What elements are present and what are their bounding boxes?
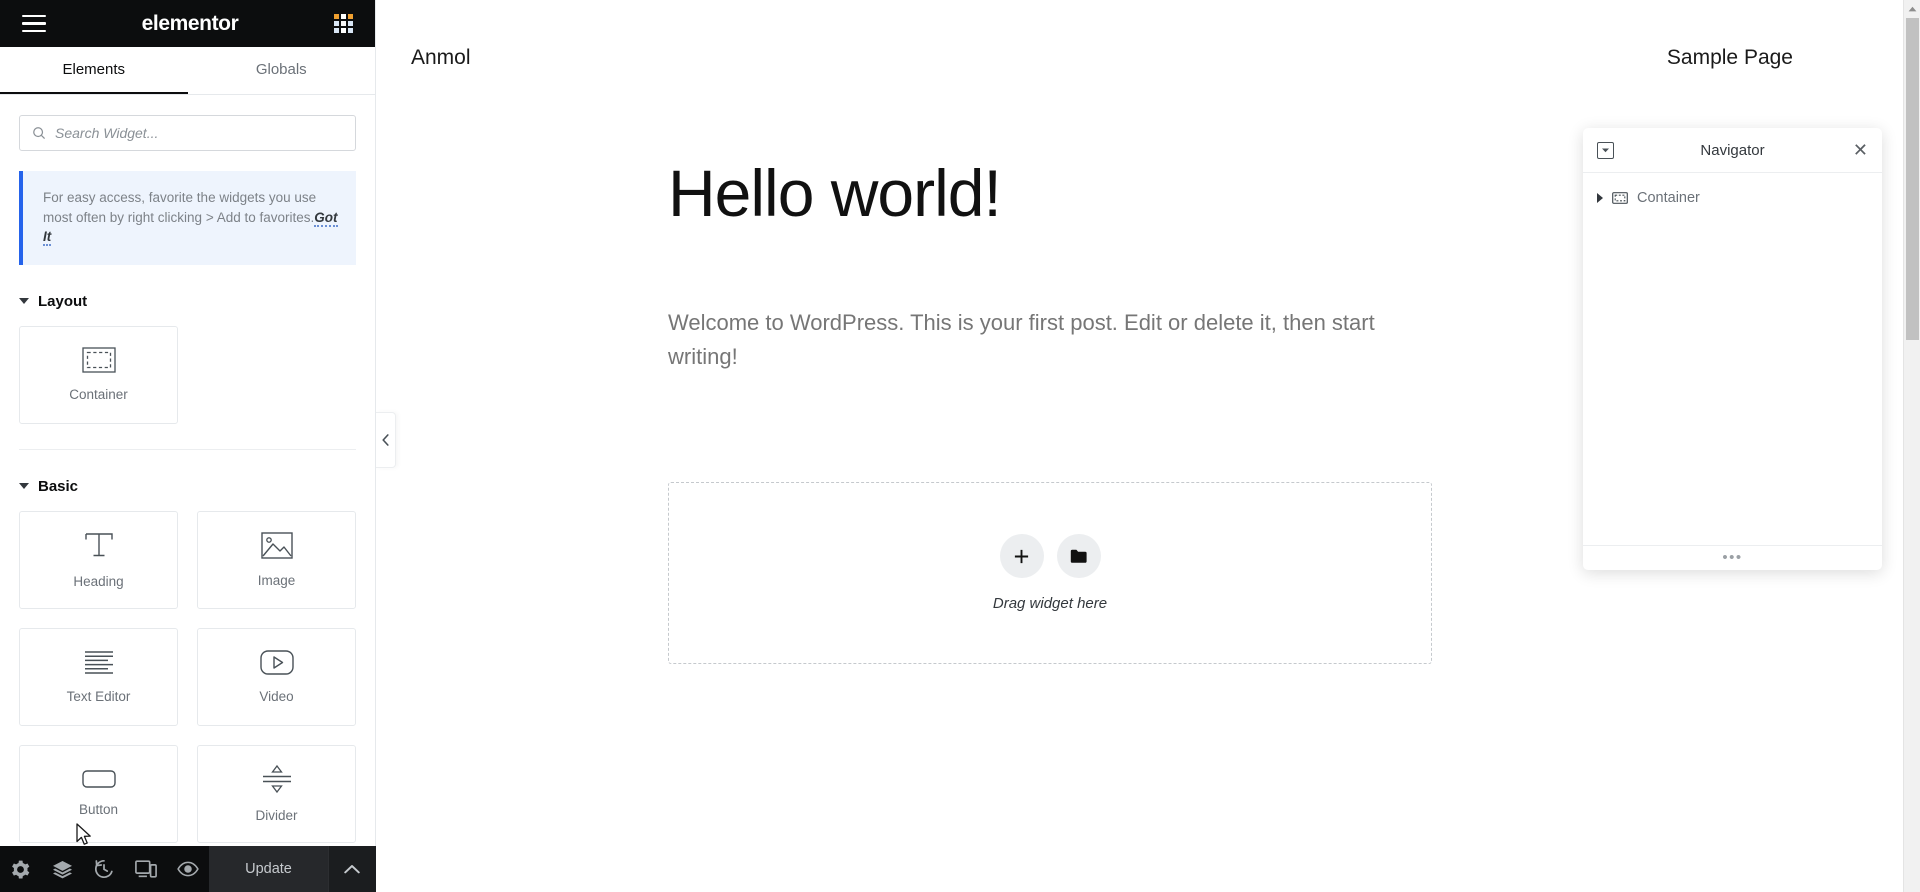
search-widget-box[interactable] [19, 115, 356, 151]
responsive-devices-icon[interactable] [125, 846, 167, 892]
chevron-right-icon[interactable] [1597, 193, 1603, 203]
category-divider [19, 448, 356, 450]
panel-footer-toolbar: Update [0, 846, 376, 892]
settings-gear-icon[interactable] [0, 846, 42, 892]
grid-apps-icon[interactable] [333, 14, 353, 33]
preview-eye-icon[interactable] [167, 846, 209, 892]
tab-elements[interactable]: Elements [0, 47, 188, 94]
chevron-left-icon [382, 434, 389, 446]
widget-label: Text Editor [66, 689, 131, 705]
add-element-button[interactable] [999, 534, 1044, 579]
elementor-logo: elementor [141, 11, 239, 35]
widget-button[interactable]: Button [19, 744, 178, 843]
container-icon [81, 347, 116, 373]
site-title[interactable]: Anmol [411, 46, 471, 70]
navigator-resize-handle[interactable]: ••• [1583, 545, 1882, 570]
scroll-up-arrow-icon[interactable] [1904, 0, 1920, 17]
widget-label: Image [257, 572, 296, 588]
panel-tabs: Elements Globals [0, 47, 375, 95]
post-body: Welcome to WordPress. This is your first… [668, 310, 1375, 370]
widget-label: Video [259, 688, 294, 704]
category-basic-title: Basic [38, 477, 79, 495]
collapse-all-icon[interactable] [1597, 141, 1614, 159]
image-icon [260, 531, 293, 559]
plus-icon [1014, 549, 1029, 563]
page-scrollbar[interactable] [1903, 0, 1920, 892]
navigator-item-container[interactable]: Container [1583, 185, 1882, 211]
search-icon [33, 127, 46, 140]
widget-label: Button [78, 802, 119, 818]
widget-label: Container [69, 387, 128, 403]
widget-label: Heading [73, 574, 124, 590]
widget-image[interactable]: Image [197, 510, 356, 609]
chevron-down-icon [19, 298, 29, 305]
dropzone-actions [999, 534, 1101, 579]
dropzone-label: Drag widget here [992, 595, 1108, 613]
category-layout: Layout Container [19, 293, 356, 450]
hamburger-menu-icon[interactable] [22, 10, 46, 37]
widget-divider[interactable]: Divider [197, 744, 356, 843]
container-icon [1612, 192, 1628, 204]
layers-navigator-icon[interactable] [42, 846, 84, 892]
elementor-left-panel: elementor Elements Globals For easy acce… [0, 0, 376, 892]
divider-icon [262, 765, 291, 794]
site-header: Anmol Sample Page [376, 0, 1903, 70]
widget-video[interactable]: Video [197, 627, 356, 726]
widget-label: Divider [255, 808, 298, 824]
text-editor-icon [84, 651, 113, 674]
video-play-icon [259, 649, 294, 675]
panel-body: For easy access, favorite the widgets yo… [0, 95, 375, 892]
navigator-panel: Navigator ✕ Container ••• [1583, 128, 1882, 570]
navigator-tree: Container [1583, 173, 1882, 545]
folder-icon [1070, 549, 1087, 563]
update-button[interactable]: Update [208, 846, 328, 892]
close-x-icon[interactable]: ✕ [1853, 141, 1868, 159]
category-layout-header[interactable]: Layout [19, 293, 356, 310]
scrollbar-thumb[interactable] [1906, 18, 1919, 340]
search-input[interactable] [55, 125, 343, 141]
widget-container[interactable]: Container [19, 325, 178, 424]
category-basic-header[interactable]: Basic [19, 478, 356, 495]
chevron-up-icon[interactable] [327, 846, 376, 892]
widget-heading[interactable]: Heading [19, 510, 178, 609]
widget-text-editor[interactable]: Text Editor [19, 627, 178, 726]
tab-globals[interactable]: Globals [188, 47, 376, 94]
nav-link-sample-page[interactable]: Sample Page [1667, 46, 1793, 70]
heading-t-icon [84, 533, 113, 557]
panel-header: elementor [0, 0, 375, 47]
chevron-down-icon [19, 483, 29, 490]
navigator-item-label: Container [1637, 190, 1700, 206]
navigator-title: Navigator [1700, 141, 1765, 159]
open-template-library-button[interactable] [1056, 534, 1101, 579]
button-icon [81, 770, 116, 788]
notice-text: For easy access, favorite the widgets yo… [43, 190, 317, 225]
navigator-header[interactable]: Navigator ✕ [1583, 128, 1882, 173]
panel-collapse-button[interactable] [376, 412, 396, 468]
drag-widget-dropzone[interactable]: Drag widget here [668, 482, 1432, 665]
elementor-editor: elementor Elements Globals For easy acce… [0, 0, 1920, 892]
category-layout-title: Layout [38, 292, 88, 310]
favorites-notice: For easy access, favorite the widgets yo… [19, 171, 356, 265]
category-basic: Basic Heading Image Text Editor Video Bu… [19, 478, 356, 843]
history-clock-icon[interactable] [84, 846, 126, 892]
